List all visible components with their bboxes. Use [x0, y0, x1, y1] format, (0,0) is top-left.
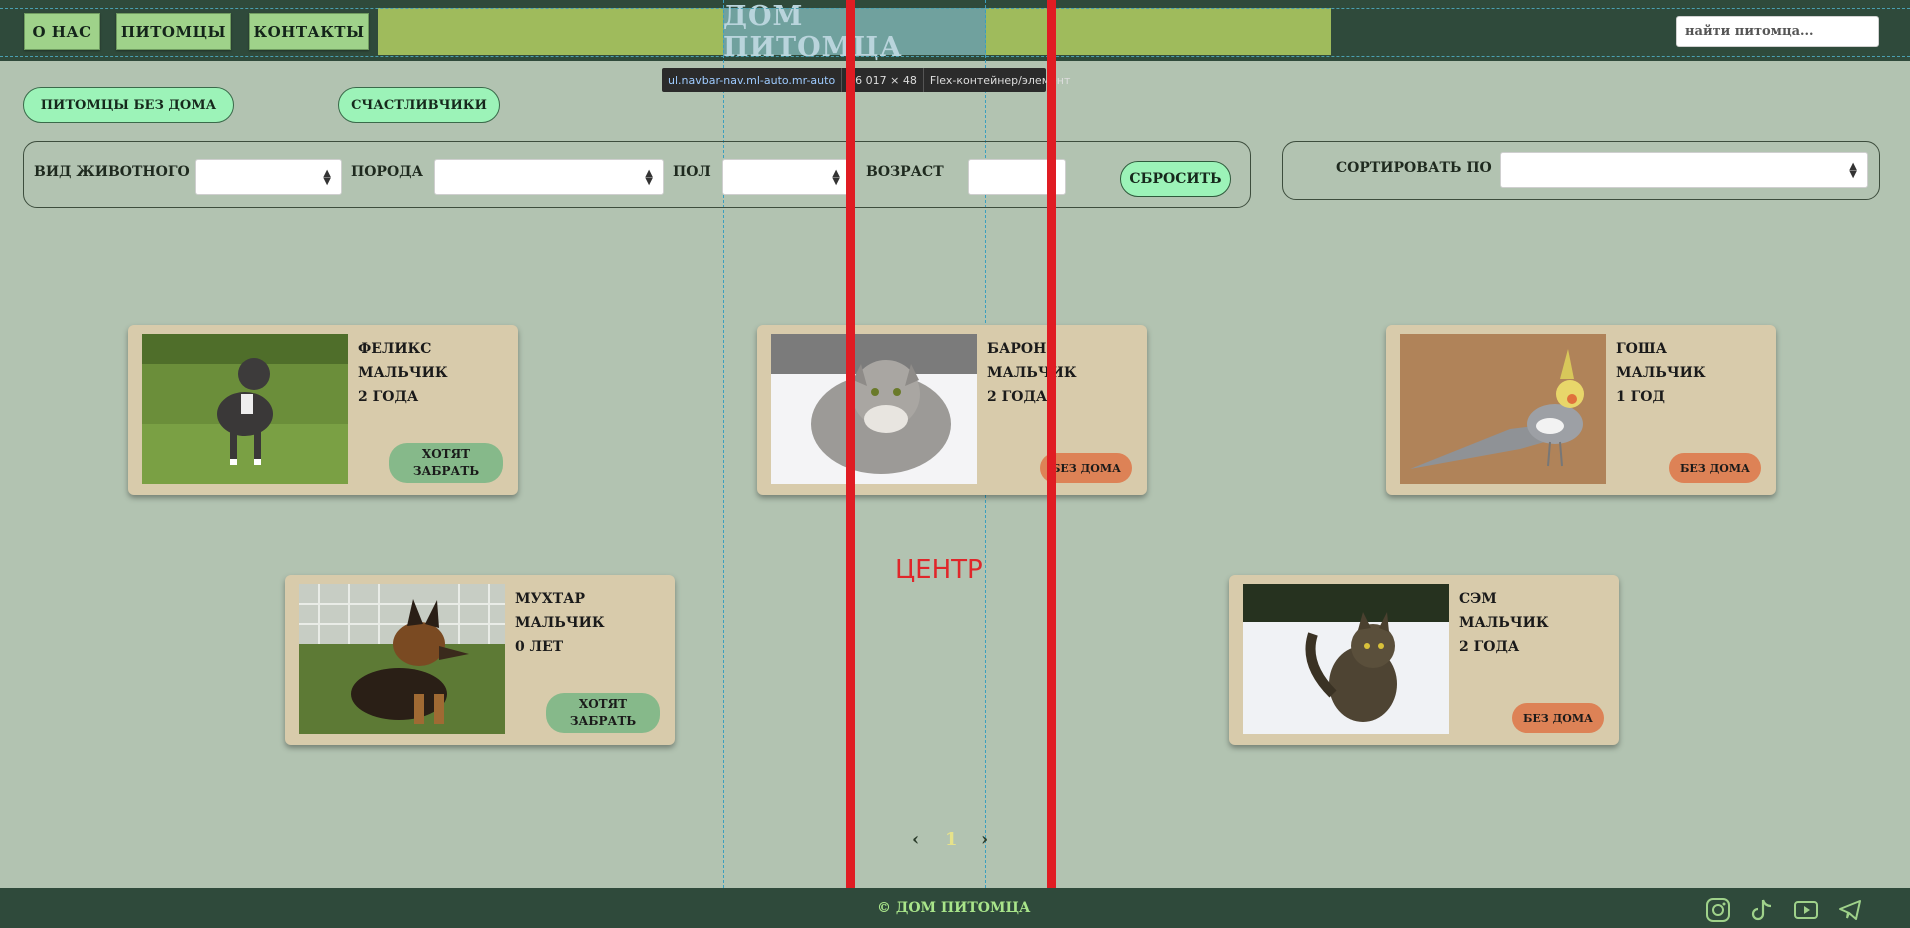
pet-photo: [771, 334, 977, 484]
species-label: вид животного: [34, 164, 190, 180]
sort-label: сортировать по: [1336, 160, 1492, 176]
pet-card[interactable]: сэм мальчик 2 года без дома: [1229, 575, 1619, 745]
pet-info: барон мальчик 2 года: [987, 337, 1077, 409]
pet-info: мухтар мальчик 0 лет: [515, 587, 605, 659]
status-button-homeless[interactable]: без дома: [1669, 453, 1761, 483]
tiktok-icon[interactable]: [1749, 897, 1775, 923]
pet-name: мухтар: [515, 591, 586, 607]
pet-photo: [142, 334, 348, 484]
reset-button[interactable]: сбросить: [1120, 161, 1231, 197]
species-select[interactable]: ▲ ▼: [195, 159, 342, 195]
pet-age: 2 года: [358, 389, 419, 405]
devtools-guide-left: [723, 0, 724, 928]
select-arrows-icon: ▲ ▼: [832, 168, 840, 187]
pet-age: 1 год: [1616, 389, 1665, 405]
tab-lucky-ones-label: счастливчики: [351, 97, 487, 113]
status-button-want[interactable]: хотят забрать: [389, 443, 503, 483]
pet-sex: мальчик: [358, 365, 448, 381]
pet-sex: мальчик: [1459, 615, 1549, 631]
pet-card[interactable]: феликс мальчик 2 года хотят забрать: [128, 325, 518, 495]
pet-card[interactable]: гоша мальчик 1 год без дома: [1386, 325, 1776, 495]
pet-age: 0 лет: [515, 639, 564, 655]
pet-photo: [1243, 584, 1449, 734]
pet-info: гоша мальчик 1 год: [1616, 337, 1706, 409]
status-button-want[interactable]: хотят забрать: [546, 693, 660, 733]
pet-sex: мальчик: [515, 615, 605, 631]
youtube-icon[interactable]: [1793, 897, 1819, 923]
annotation-line-right: [1047, 0, 1056, 928]
pet-sex: мальчик: [987, 365, 1077, 381]
pet-sex: мальчик: [1616, 365, 1706, 381]
pagination-page[interactable]: 1: [945, 829, 958, 850]
telegram-icon[interactable]: [1837, 897, 1863, 923]
reset-label: сбросить: [1129, 171, 1222, 187]
pet-photo: [299, 584, 505, 734]
footer-copyright: © дом питомца: [877, 900, 1031, 916]
pet-name: барон: [987, 341, 1047, 357]
devtools-outline: [0, 8, 1910, 57]
pet-age: 2 года: [1459, 639, 1520, 655]
breed-label: порода: [351, 164, 423, 180]
tab-lucky-ones[interactable]: счастливчики: [338, 87, 500, 123]
pet-name: сэм: [1459, 591, 1497, 607]
pet-card[interactable]: мухтар мальчик 0 лет хотят забрать: [285, 575, 675, 745]
pet-photo: [1400, 334, 1606, 484]
pet-info: сэм мальчик 2 года: [1459, 587, 1549, 659]
tab-homeless-pets[interactable]: питомцы без дома: [23, 87, 234, 123]
pet-name: гоша: [1616, 341, 1668, 357]
annotation-line-left: [846, 0, 855, 928]
pet-age: 2 года: [987, 389, 1048, 405]
sex-label: пол: [673, 164, 711, 180]
pet-info: феликс мальчик 2 года: [358, 337, 448, 409]
pet-card[interactable]: барон мальчик 2 года без дома: [757, 325, 1147, 495]
status-button-homeless[interactable]: без дома: [1512, 703, 1604, 733]
pet-name: феликс: [358, 341, 432, 357]
age-label: возраст: [866, 164, 944, 180]
devtools-selector: ul.navbar-nav.ml-auto.mr-auto: [662, 68, 843, 92]
pagination-prev[interactable]: ‹: [912, 829, 919, 850]
select-arrows-icon: ▲ ▼: [645, 168, 653, 187]
sort-select[interactable]: ▲ ▼: [1500, 152, 1868, 188]
center-annotation: ЦЕНТР: [895, 555, 983, 585]
instagram-icon[interactable]: [1705, 897, 1731, 923]
pagination-next[interactable]: ›: [981, 829, 988, 850]
select-arrows-icon: ▲ ▼: [1849, 161, 1857, 180]
sex-select[interactable]: ▲ ▼: [722, 159, 851, 195]
select-arrows-icon: ▲ ▼: [323, 168, 331, 187]
tab-homeless-pets-label: питомцы без дома: [40, 97, 217, 113]
breed-select[interactable]: ▲ ▼: [434, 159, 664, 195]
